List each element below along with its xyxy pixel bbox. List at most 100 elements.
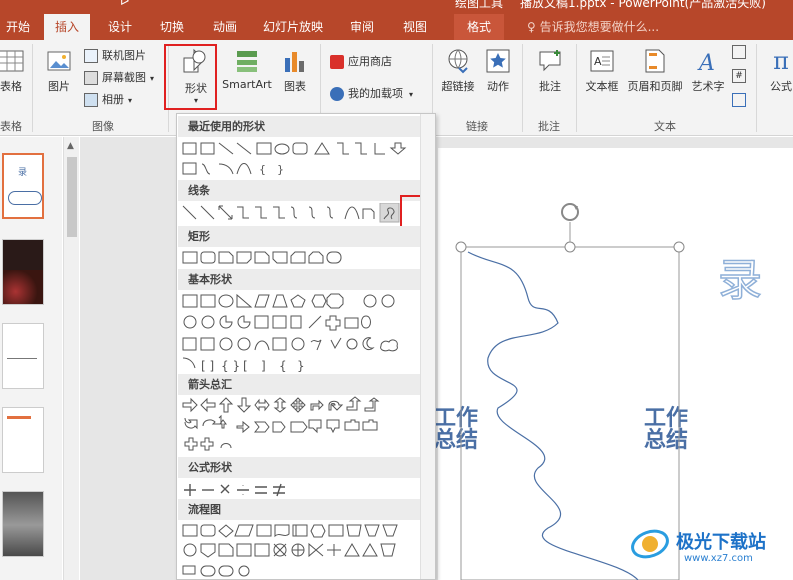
table-icon xyxy=(0,50,24,72)
current-slide: 录 工作 总结 工作 总结 xyxy=(434,148,793,580)
online-pictures-label: 联机图片 xyxy=(102,49,146,62)
tab-insert[interactable]: 插入 xyxy=(44,14,90,40)
recent-shapes-row[interactable]: {} xyxy=(181,140,421,180)
highlight-shapes-button xyxy=(164,44,217,110)
section-block-arrows: 箭头总汇 xyxy=(178,374,420,395)
block-arrows-grid[interactable] xyxy=(181,396,421,462)
svg-text:{: { xyxy=(259,163,266,176)
resize-handle[interactable] xyxy=(673,241,685,253)
slide-thumbnail-3[interactable] xyxy=(2,323,44,389)
svg-text:]: ] xyxy=(261,359,266,373)
action-label: 动作 xyxy=(487,80,509,93)
slide-thumbnail-1[interactable]: 录 xyxy=(2,153,44,219)
slide-thumbnail-2[interactable] xyxy=(2,239,44,305)
svg-text:}: } xyxy=(297,359,305,373)
freeform-selection[interactable] xyxy=(438,148,793,580)
tab-home[interactable]: 开始 xyxy=(0,14,36,40)
comment-button[interactable]: 批注 xyxy=(530,44,570,94)
lines-row[interactable] xyxy=(181,203,421,223)
section-recent-shapes: 最近使用的形状 xyxy=(178,116,420,137)
slide-thumbnail-4[interactable] xyxy=(2,407,44,473)
resize-handle[interactable] xyxy=(455,241,467,253)
svg-text:A: A xyxy=(697,51,715,74)
section-rectangles: 矩形 xyxy=(178,226,420,247)
table-label: 表格 xyxy=(0,80,22,93)
album-label: 相册 xyxy=(102,93,124,106)
tab-transitions[interactable]: 切换 xyxy=(152,14,192,40)
shapes-gallery: 最近使用的形状 {} 线条 矩形 基本形状 [] {} [] {} 箭头… xyxy=(176,113,436,580)
tab-slideshow[interactable]: 幻灯片放映 xyxy=(258,14,328,40)
group-label-text: 文本 xyxy=(654,120,676,133)
screenshot-button[interactable]: 屏幕截图 ▾ xyxy=(84,68,154,88)
resize-handle[interactable] xyxy=(564,241,576,253)
online-pictures-button[interactable]: 联机图片 xyxy=(84,46,146,66)
thumbnail-photo xyxy=(3,492,43,556)
section-basic-shapes: 基本形状 xyxy=(178,269,420,290)
equation-button[interactable]: π 公式 xyxy=(764,44,793,94)
picture-button[interactable]: 图片 xyxy=(42,44,76,94)
group-label-tables: 表格 xyxy=(0,120,22,133)
scrollbar-thumb[interactable] xyxy=(67,157,77,237)
pi-icon: π xyxy=(773,47,789,75)
watermark-logo-icon xyxy=(631,529,669,559)
camera-icon xyxy=(84,71,98,85)
my-addins-button[interactable]: 我的加载项 ▾ xyxy=(330,84,413,104)
svg-text:[: [ xyxy=(243,359,248,373)
smartart-icon xyxy=(237,51,257,72)
group-label-images: 图像 xyxy=(92,120,114,133)
chevron-down-icon: ▾ xyxy=(409,90,414,99)
object-icon xyxy=(732,93,746,107)
hash-icon: # xyxy=(732,69,746,83)
thumbnail-photo xyxy=(3,270,43,304)
textbox-button[interactable]: A 文本框 xyxy=(582,44,622,94)
textbox-label: 文本框 xyxy=(585,80,619,93)
tab-format[interactable]: 格式 xyxy=(454,14,504,40)
hyperlink-button[interactable]: 超链接 xyxy=(440,44,476,94)
chart-button[interactable]: 图表 xyxy=(278,44,312,94)
flowchart-grid[interactable] xyxy=(181,522,421,578)
section-equation-shapes: 公式形状 xyxy=(178,457,420,478)
section-lines: 线条 xyxy=(178,180,420,201)
svg-text:{ }: { } xyxy=(221,359,240,373)
chart-label: 图表 xyxy=(284,80,306,93)
tab-view[interactable]: 视图 xyxy=(395,14,435,40)
slide-thumbnail-5[interactable] xyxy=(2,491,44,557)
svg-text:}: } xyxy=(277,163,284,176)
store-button[interactable]: 应用商店 xyxy=(330,52,392,72)
quick-access-icon[interactable]: ᐅ xyxy=(120,0,129,8)
title-bar: ᐅ 绘图工具 播放文稿1.pptx - PowerPoint(产品激活失败) 开… xyxy=(0,0,793,40)
shapes-gallery-scrollbar[interactable] xyxy=(420,114,435,579)
watermark-name: 极光下载站 xyxy=(676,532,766,553)
tab-review[interactable]: 审阅 xyxy=(342,14,382,40)
lightbulb-icon: ♀ xyxy=(527,20,540,34)
thumbnail-scrollbar[interactable]: ▲ xyxy=(63,137,79,580)
picture-icon xyxy=(47,51,71,71)
hyperlink-icon xyxy=(448,49,468,74)
rotate-handle-icon[interactable] xyxy=(561,203,579,221)
header-footer-button[interactable]: 页眉和页脚 xyxy=(624,44,686,94)
basic-shapes-grid[interactable]: [ ] { } [] {} xyxy=(181,292,421,378)
action-button[interactable]: 动作 xyxy=(480,44,516,94)
tab-design[interactable]: 设计 xyxy=(100,14,140,40)
my-addins-label: 我的加载项 xyxy=(348,87,403,100)
tell-me-box[interactable]: ♀ 告诉我您想要做什么... xyxy=(527,14,659,40)
table-button[interactable]: 表格 xyxy=(0,44,28,94)
album-button[interactable]: 相册 ▾ xyxy=(84,90,132,110)
group-label-comments: 批注 xyxy=(538,120,560,133)
selected-scribble-shape[interactable] xyxy=(379,203,400,223)
picture-label: 图片 xyxy=(48,80,70,93)
tab-animations[interactable]: 动画 xyxy=(205,14,245,40)
scroll-up-icon[interactable]: ▲ xyxy=(67,141,74,151)
chevron-down-icon: ▾ xyxy=(150,74,155,83)
wordart-button[interactable]: A 艺术字 xyxy=(688,44,728,94)
smartart-button[interactable]: SmartArt xyxy=(220,44,274,91)
date-time-button[interactable] xyxy=(732,42,750,62)
slide-number-button[interactable]: # xyxy=(732,66,750,86)
rectangles-row[interactable] xyxy=(181,249,421,269)
wordart-label: 艺术字 xyxy=(691,80,725,93)
equation-shapes-row[interactable] xyxy=(181,480,421,500)
object-button[interactable] xyxy=(732,90,750,110)
equation-label: 公式 xyxy=(770,80,792,93)
watermark-url: www.xz7.com xyxy=(684,553,753,564)
album-icon xyxy=(84,93,98,107)
